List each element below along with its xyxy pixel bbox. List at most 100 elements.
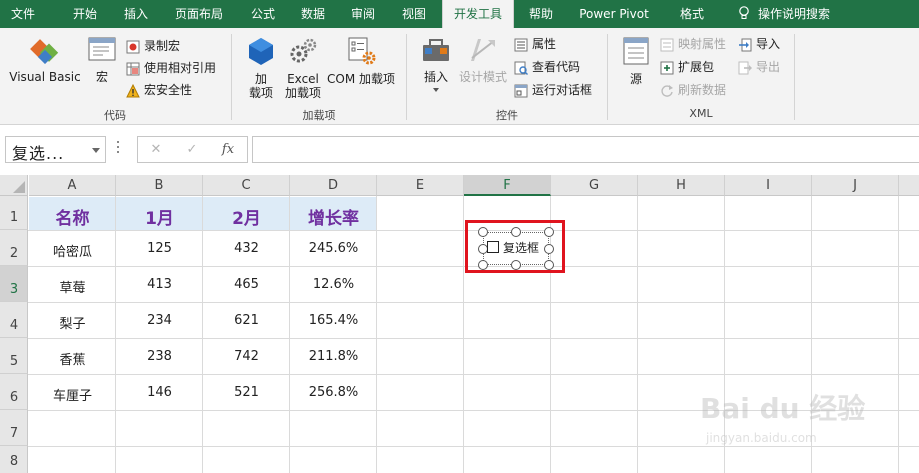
macros-button[interactable]: 宏	[86, 36, 118, 84]
table-cell[interactable]: 梨子	[29, 313, 116, 332]
table-cell[interactable]: 742	[203, 349, 290, 364]
column-header-h[interactable]: H	[638, 175, 725, 196]
run-dialog-icon	[514, 84, 528, 97]
row-header-2[interactable]: 2	[0, 230, 28, 266]
insert-control-button[interactable]: 插入	[418, 36, 454, 92]
column-header-a[interactable]: A	[29, 175, 116, 196]
table-cell[interactable]: 146	[116, 385, 203, 400]
cancel-icon[interactable]: ✕	[148, 142, 164, 158]
table-cell[interactable]: 238	[116, 349, 203, 364]
tab-power-pivot[interactable]: Power Pivot	[568, 0, 660, 28]
table-cell[interactable]: 哈密瓜	[29, 241, 116, 260]
tab-developer[interactable]: 开发工具	[442, 0, 514, 28]
column-header-e[interactable]: E	[377, 175, 464, 196]
xml-source-button[interactable]: 源	[618, 36, 654, 86]
tab-help[interactable]: 帮助	[514, 0, 568, 28]
run-dialog-button[interactable]: 运行对话框	[514, 80, 592, 100]
addins-button[interactable]: 加 载项	[244, 36, 278, 100]
column-header-f[interactable]: F	[464, 175, 551, 196]
table-cell[interactable]: 12.6%	[290, 277, 377, 292]
expansion-packs-button[interactable]: 扩展包	[660, 57, 714, 77]
resize-handle[interactable]	[544, 260, 554, 270]
table-cell[interactable]: 432	[203, 241, 290, 256]
row-number: 6	[9, 390, 19, 405]
worksheet-grid[interactable]: A B C D E F G H I J 1 2 3 4 5 6 7 8 名称 1…	[0, 175, 919, 473]
group-label-xml: XML	[689, 107, 713, 120]
map-properties-label: 映射属性	[678, 37, 727, 51]
watermark-text: Bai du 经验	[700, 392, 866, 425]
tab-file[interactable]: 文件	[0, 0, 46, 28]
table-cell[interactable]: 香蕉	[29, 349, 116, 368]
addins-label-1: 加	[254, 72, 267, 86]
table-cell[interactable]: 165.4%	[290, 313, 377, 328]
table-cell[interactable]: 256.8%	[290, 385, 377, 400]
com-addins-button[interactable]: COM 加载项	[326, 36, 396, 86]
tab-formulas[interactable]: 公式	[238, 0, 288, 28]
column-header-partial[interactable]	[899, 175, 919, 196]
table-header-cell[interactable]: 2月	[203, 204, 290, 229]
row-header-1[interactable]: 1	[0, 196, 28, 230]
row-header-4[interactable]: 4	[0, 302, 28, 338]
tab-view[interactable]: 视图	[388, 0, 440, 28]
resize-handle[interactable]	[544, 244, 554, 254]
table-cell[interactable]: 211.8%	[290, 349, 377, 364]
map-properties-button[interactable]: 映射属性	[660, 34, 726, 54]
tab-home[interactable]: 开始	[58, 0, 112, 28]
column-header-i[interactable]: I	[725, 175, 812, 196]
export-button[interactable]: 导出	[738, 57, 780, 77]
gridline	[637, 196, 638, 473]
resize-handle[interactable]	[511, 260, 521, 270]
table-cell[interactable]: 245.6%	[290, 241, 377, 256]
more-options-icon[interactable]	[117, 141, 120, 155]
resize-handle[interactable]	[511, 227, 521, 237]
row-header-3[interactable]: 3	[0, 266, 28, 302]
chevron-down-icon[interactable]	[92, 148, 100, 153]
design-mode-button[interactable]: 设计模式	[458, 36, 508, 84]
table-header-cell[interactable]: 名称	[29, 204, 116, 229]
insert-function-icon[interactable]: fx	[220, 142, 236, 158]
checkbox[interactable]	[487, 241, 499, 253]
record-macro-button[interactable]: 录制宏	[126, 36, 180, 56]
relative-reference-button[interactable]: 使用相对引用	[126, 58, 216, 78]
row-header-5[interactable]: 5	[0, 338, 28, 374]
table-cell[interactable]: 413	[116, 277, 203, 292]
row-header-6[interactable]: 6	[0, 374, 28, 410]
row-header-8[interactable]: 8	[0, 446, 28, 473]
macro-security-button[interactable]: 宏安全性	[126, 80, 192, 100]
tab-review[interactable]: 审阅	[338, 0, 388, 28]
column-header-g[interactable]: G	[551, 175, 638, 196]
enter-icon[interactable]: ✓	[184, 142, 200, 158]
column-header-b[interactable]: B	[116, 175, 203, 196]
column-header-j[interactable]: J	[812, 175, 899, 196]
table-cell[interactable]: 车厘子	[29, 385, 116, 404]
excel-addins-button[interactable]: Excel 加载项	[282, 36, 324, 100]
table-header-cell[interactable]: 增长率	[290, 204, 377, 229]
select-all-button[interactable]	[0, 175, 28, 196]
properties-button[interactable]: 属性	[514, 34, 556, 54]
table-cell[interactable]: 521	[203, 385, 290, 400]
row-header-7[interactable]: 7	[0, 410, 28, 446]
tab-format[interactable]: 格式	[660, 0, 724, 28]
tell-me-search[interactable]: 操作说明搜索	[738, 0, 868, 28]
view-code-button[interactable]: 查看代码	[514, 57, 580, 77]
resize-handle[interactable]	[478, 227, 488, 237]
import-button[interactable]: 导入	[738, 34, 780, 54]
refresh-data-button[interactable]: 刷新数据	[660, 80, 726, 100]
table-cell[interactable]: 125	[116, 241, 203, 256]
formula-input[interactable]	[252, 136, 919, 163]
column-header-d[interactable]: D	[290, 175, 377, 196]
table-cell[interactable]: 465	[203, 277, 290, 292]
resize-handle[interactable]	[478, 260, 488, 270]
resize-handle[interactable]	[544, 227, 554, 237]
tab-insert[interactable]: 插入	[112, 0, 160, 28]
tab-page-layout[interactable]: 页面布局	[160, 0, 238, 28]
name-box[interactable]: 复选...	[5, 136, 106, 163]
visual-basic-button[interactable]: Visual Basic	[8, 38, 82, 84]
table-cell[interactable]: 234	[116, 313, 203, 328]
table-cell[interactable]: 草莓	[29, 277, 116, 296]
tab-data[interactable]: 数据	[288, 0, 338, 28]
table-header-cell[interactable]: 1月	[116, 204, 203, 229]
lightbulb-icon	[739, 6, 749, 19]
column-header-c[interactable]: C	[203, 175, 290, 196]
table-cell[interactable]: 621	[203, 313, 290, 328]
